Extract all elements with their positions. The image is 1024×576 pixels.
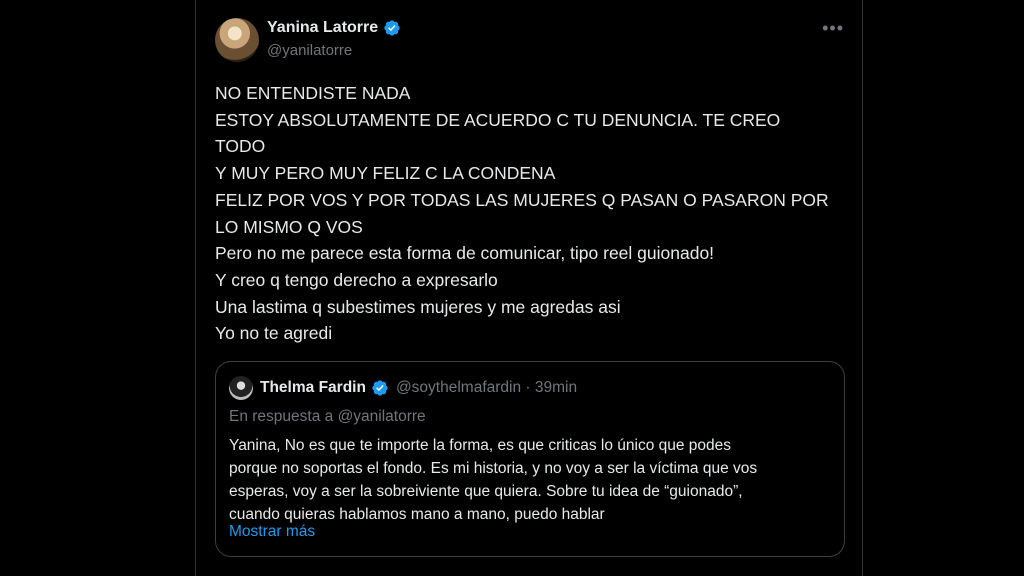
author-name-row: Yanina Latorre (267, 19, 401, 37)
quote-handle-time[interactable]: @soythelmafardin · 39min (396, 379, 577, 397)
tweet-line: NO ENTENDISTE NADA (215, 83, 411, 103)
quote-author-avatar[interactable] (229, 376, 253, 400)
quote-author-name[interactable]: Thelma Fardin (260, 379, 366, 397)
more-horizontal-icon[interactable]: ••• (822, 18, 844, 39)
reply-to-label: En respuesta a @yanilatorre (229, 408, 426, 425)
quote-line: Yanina, No es que te importe la forma, e… (229, 437, 732, 454)
tweet-line: Pero no me parece esta forma de comunica… (215, 243, 715, 264)
quote-body: Yanina, No es que te importe la forma, e… (229, 434, 829, 526)
verified-badge-icon (372, 380, 388, 396)
show-more-link[interactable]: Mostrar más (229, 523, 315, 541)
tweet-line: Una lastima q subestimes mujeres y me ag… (215, 296, 621, 317)
tweet-line: Yo no te agredi (215, 323, 333, 344)
quote-line: porque no soportas el fondo. Es mi histo… (229, 460, 758, 477)
tweet-line: Y creo q tengo derecho a expresarlo (215, 269, 498, 290)
tweet-line: LO MISMO Q VOS (215, 216, 363, 237)
quoted-tweet-card[interactable]: Thelma Fardin @soythelmafardin · 39min E… (215, 361, 845, 557)
tweet-body: NO ENTENDISTE NADA ESTOY ABSOLUTAMENTE D… (215, 80, 855, 347)
tweet-line: FELIZ POR VOS Y POR TODAS LAS MUJERES Q … (215, 189, 829, 210)
quote-header: Thelma Fardin @soythelmafardin · 39min (229, 376, 577, 400)
author-name[interactable]: Yanina Latorre (267, 19, 378, 37)
tweet-line: ESTOY ABSOLUTAMENTE DE ACUERDO C TU DENU… (215, 109, 781, 130)
tweet-line: TODO (215, 136, 266, 157)
author-avatar[interactable] (215, 18, 259, 62)
tweet-header: Yanina Latorre @yanilatorre ••• (215, 16, 862, 64)
tweet-line: Y MUY PERO MUY FELIZ C LA CONDENA (215, 163, 556, 184)
verified-badge-icon (384, 20, 400, 36)
quote-line: esperas, voy a ser la sobreiviente que q… (229, 483, 743, 500)
author-handle[interactable]: @yanilatorre (267, 42, 352, 59)
quote-line: cuando quieras hablamos mano a mano, pue… (229, 506, 605, 523)
tweet-column: Yanina Latorre @yanilatorre ••• NO ENTEN… (195, 0, 863, 576)
